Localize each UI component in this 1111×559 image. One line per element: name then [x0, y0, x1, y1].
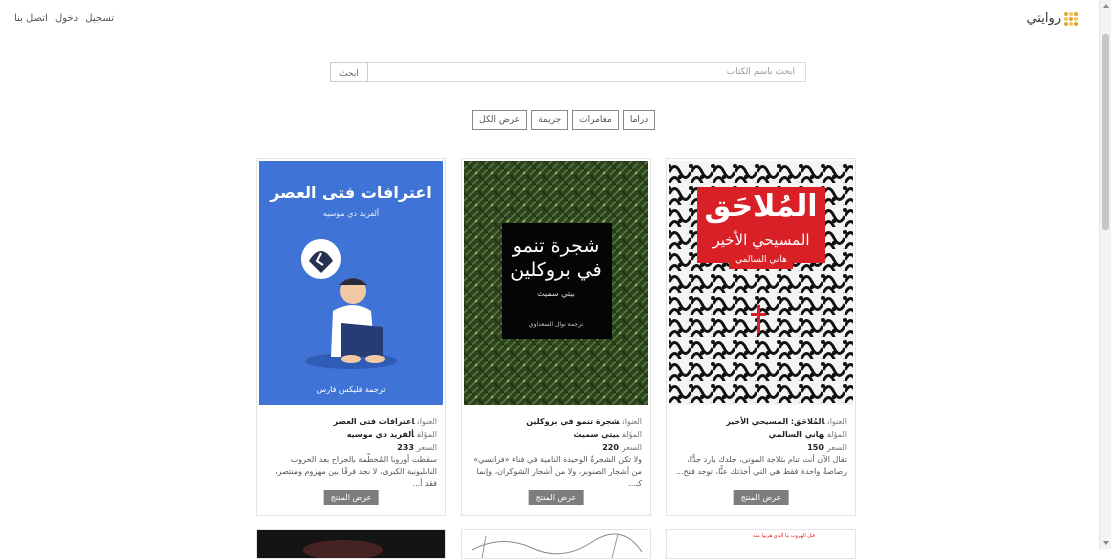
book-author: هاني السالمي — [768, 430, 825, 439]
nav-login-link[interactable]: دخول — [55, 13, 78, 24]
book-card: المُلاحَق المسيحي الأخير هاني السالمي ال… — [666, 158, 856, 516]
title-label: العنوان — [622, 417, 642, 426]
book-price: 233 — [397, 443, 414, 452]
book-author: ألفريد دي موسيه — [346, 430, 415, 439]
top-navbar: تسجيل دخول اتصل بنا روايتي — [0, 0, 1100, 44]
brand-logo[interactable]: روايتي — [1026, 11, 1078, 26]
logo-dots-icon — [1064, 11, 1078, 26]
cover-author: هاني السالمي — [735, 255, 787, 265]
book-description: ولا تكن الشجرةُ الوحيدة النامية في فناء … — [473, 455, 642, 488]
book-title: المُلاحَق: المسيحي الأخير — [726, 417, 825, 426]
cover-title: اعترافات فتى العصر — [270, 183, 432, 202]
book-meta: العنواناعترافات فتى العصر المؤلفألفريد د… — [265, 415, 437, 490]
nav-links: تسجيل دخول اتصل بنا — [12, 13, 116, 24]
nav-register-link[interactable]: تسجيل — [85, 13, 114, 24]
scroll-up-arrow-icon[interactable] — [1103, 4, 1109, 8]
scroll-thumb[interactable] — [1102, 34, 1109, 230]
cover-title: شجرة تنمو — [512, 235, 600, 257]
author-label: المؤلف — [622, 430, 642, 439]
filter-drama-button[interactable]: دراما — [622, 110, 656, 130]
book-meta: العنوانالمُلاحَق: المسيحي الأخير المؤلفه… — [675, 415, 847, 478]
search-input[interactable]: ابحث باسم الكتاب — [368, 62, 806, 82]
show-product-button[interactable]: عرض المنتج — [528, 490, 584, 505]
book-description: سقطت أوروبا المُحطّمة بالجراح بعد الحروب… — [275, 455, 437, 488]
cover-author: ألفريد دي موسيه — [322, 209, 380, 218]
book-card-partial[interactable]: قبل الهروب ما الذي هربوا منه — [666, 529, 856, 559]
author-label: المؤلف — [827, 430, 847, 439]
book-card: اعترافات فتى العصر ألفريد دي موسيه ترجمة… — [256, 158, 446, 516]
sketch-cover-image — [471, 533, 643, 558]
book-cover-image[interactable]: المُلاحَق المسيحي الأخير هاني السالمي — [669, 161, 853, 405]
show-product-button[interactable]: عرض المنتج — [733, 490, 789, 505]
filter-crime-button[interactable]: جريمة — [531, 110, 569, 130]
dark-cover-image — [303, 540, 383, 558]
brand-name: روايتي — [1026, 11, 1061, 26]
search-button[interactable]: ابحث — [330, 62, 368, 82]
partial-cover-text: قبل الهروب ما الذي هربوا منه — [752, 533, 815, 539]
book-price: 150 — [807, 443, 824, 452]
book-description: تقال الآن أنت تنام بثلاجة الموتى، جلدك ب… — [675, 455, 847, 476]
cover-author: بيتي سميث — [537, 289, 575, 298]
filter-all-button[interactable]: عرض الكل — [472, 110, 528, 130]
book-cover-image[interactable]: اعترافات فتى العصر ألفريد دي موسيه ترجمة… — [259, 161, 443, 405]
book-author: بيتي سميث — [573, 430, 620, 439]
title-label: العنوان — [827, 417, 847, 426]
genre-filters: عرض الكل جريمة مغامرات دراما — [472, 110, 656, 130]
book-price: 220 — [602, 443, 619, 452]
cover-title-line2: في بروكلين — [510, 259, 602, 281]
filter-adventure-button[interactable]: مغامرات — [572, 110, 619, 130]
scroll-down-arrow-icon[interactable] — [1103, 541, 1109, 545]
page-scrollbar[interactable] — [1099, 0, 1111, 549]
nav-contact-link[interactable]: اتصل بنا — [14, 13, 48, 24]
cover-subtitle: المسيحي الأخير — [712, 231, 810, 249]
author-label: المؤلف — [417, 430, 437, 439]
price-label: السعر — [826, 443, 847, 452]
pine-needles-background — [464, 161, 648, 405]
title-label: العنوان — [417, 417, 437, 426]
book-title: شجرة تنمو في بروكلين — [526, 417, 620, 426]
show-product-button[interactable]: عرض المنتج — [323, 490, 379, 505]
cover-title: المُلاحَق — [704, 189, 818, 224]
book-meta: العنوانشجرة تنمو في بروكلين المؤلفبيتي س… — [470, 415, 642, 490]
book-title: اعترافات فتى العصر — [333, 417, 415, 426]
price-label: السعر — [621, 443, 642, 452]
search-bar: ابحث ابحث باسم الكتاب — [330, 62, 806, 82]
book-cover-image[interactable]: شجرة تنمو في بروكلين بيتي سميث ترجمة نوا… — [464, 161, 648, 405]
price-label: السعر — [416, 443, 437, 452]
book-card-partial[interactable] — [256, 529, 446, 559]
cover-translator: ترجمة نوال السعداوي — [528, 321, 584, 328]
book-card-partial[interactable] — [461, 529, 651, 559]
cover-translator: ترجمة فليكس فارس — [316, 385, 386, 394]
book-card: شجرة تنمو في بروكلين بيتي سميث ترجمة نوا… — [461, 158, 651, 516]
